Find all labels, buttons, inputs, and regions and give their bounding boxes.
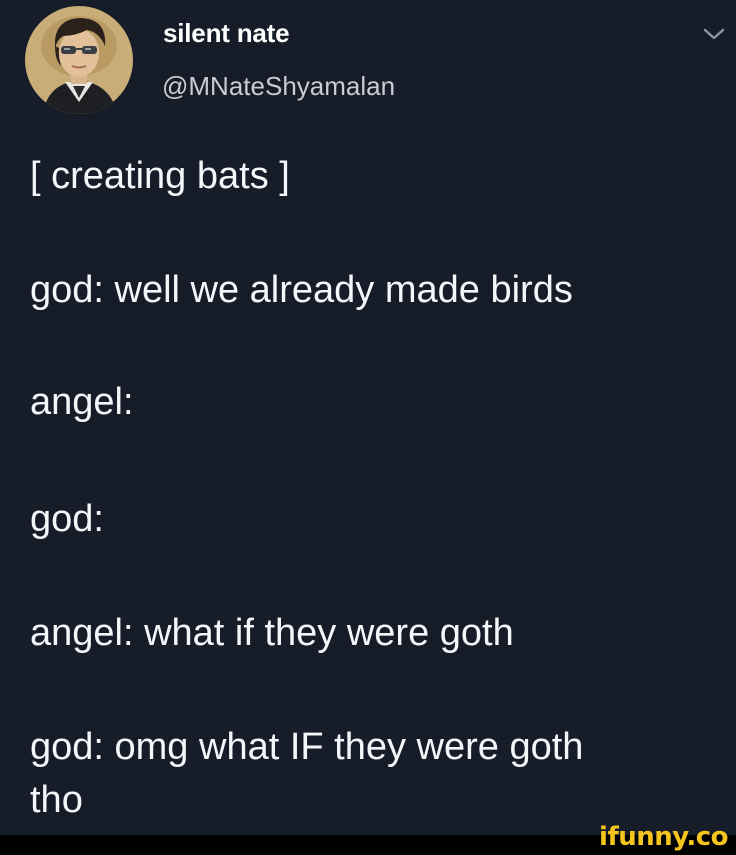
profile-avatar-icon: [25, 6, 133, 114]
ifunny-watermark: ifunny.co: [599, 822, 728, 852]
tweet-text-line: angel: what if they were goth: [30, 612, 514, 654]
tweet-text-line: god: omg what IF they were goth: [30, 726, 584, 768]
tweet-text-line: god:: [30, 498, 104, 540]
chevron-down-icon[interactable]: [702, 26, 726, 42]
tweet-text-line: tho: [30, 779, 83, 821]
author-handle[interactable]: @MNateShyamalan: [162, 71, 395, 102]
author-display-name[interactable]: silent nate: [163, 18, 290, 49]
tweet-text-line: god: well we already made birds: [30, 269, 573, 311]
avatar[interactable]: [25, 6, 133, 114]
tweet-text-line: [ creating bats ]: [30, 155, 290, 197]
tweet-card: silent nate @MNateShyamalan [ creating b…: [0, 0, 736, 835]
tweet-text-line: angel:: [30, 381, 134, 423]
